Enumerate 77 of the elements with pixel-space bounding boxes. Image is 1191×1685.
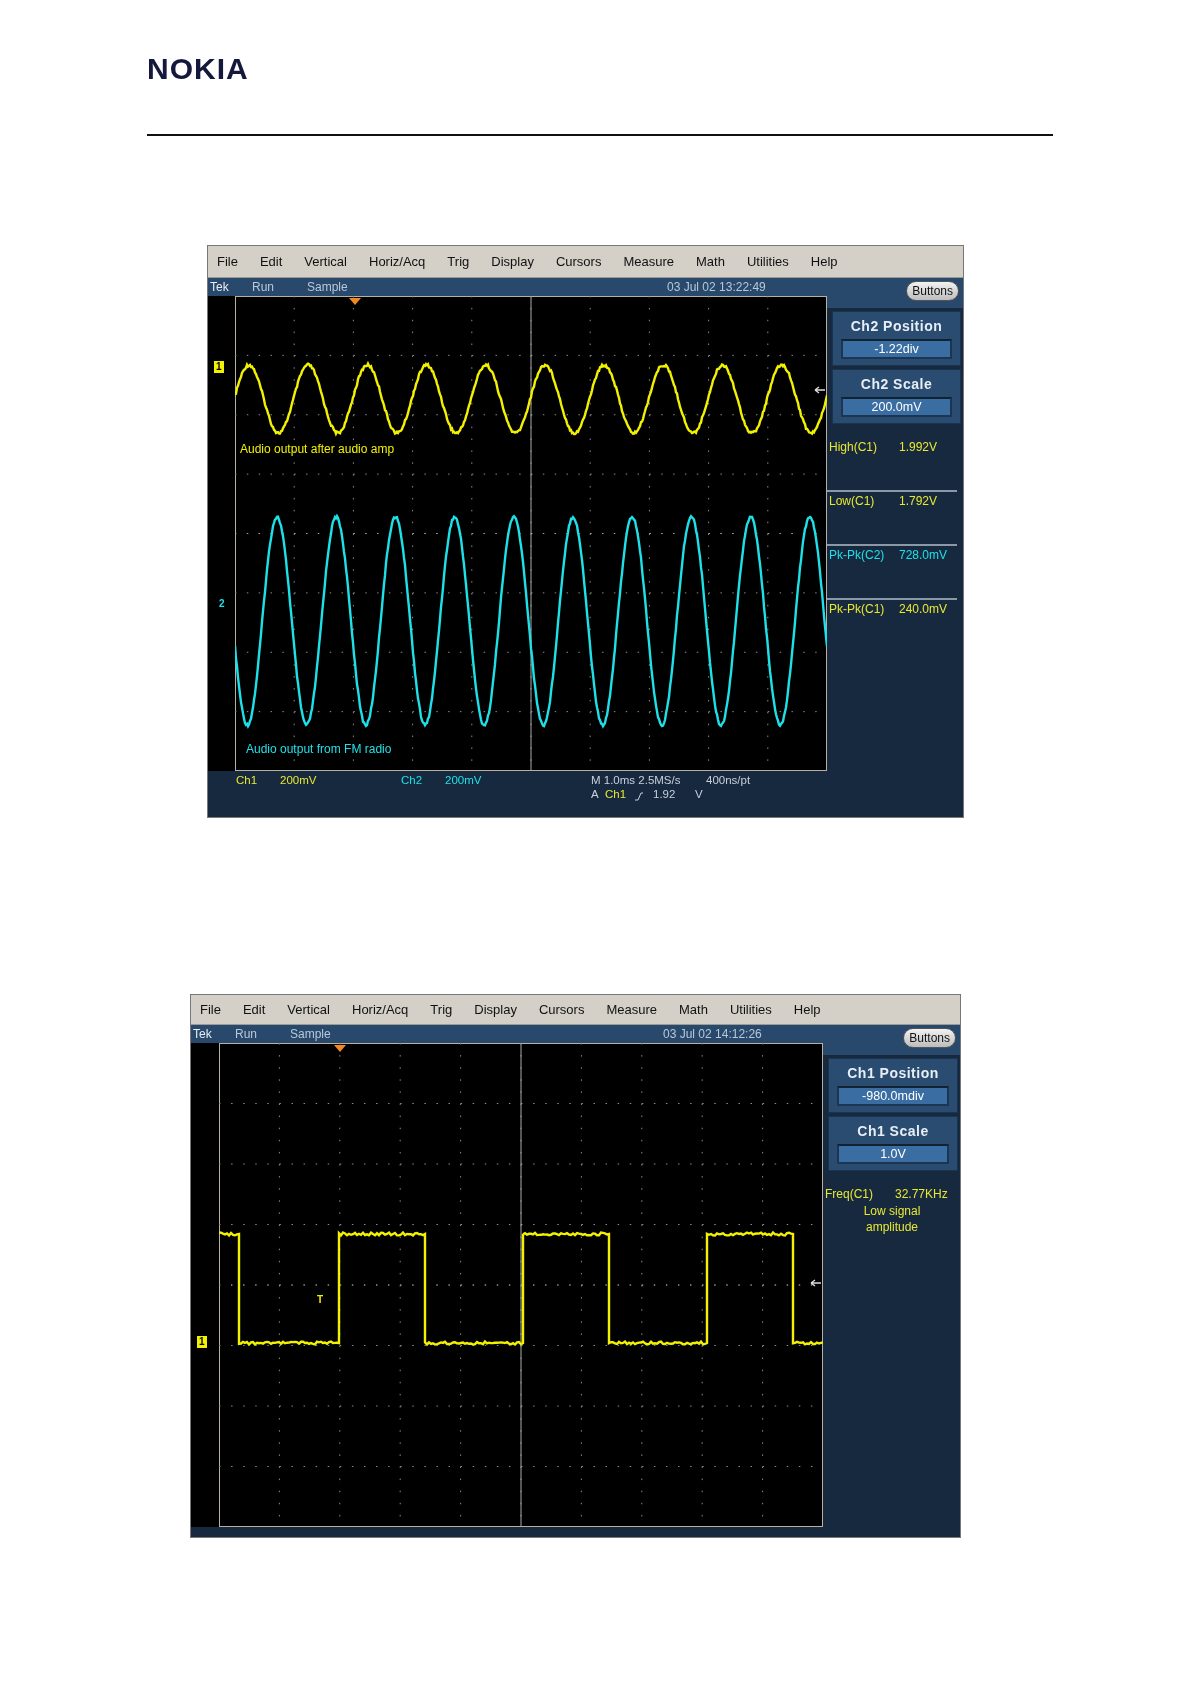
channel-marker: 1 bbox=[197, 1336, 207, 1348]
control-value-field[interactable]: -980.0mdiv bbox=[837, 1086, 949, 1106]
measurement-name: Pk-Pk(C2) bbox=[829, 548, 886, 562]
measurement-value: 1.792V bbox=[899, 494, 938, 508]
timestamp: 03 Jul 02 14:12:26 bbox=[663, 1027, 762, 1041]
menu-item[interactable]: Trig bbox=[430, 1002, 464, 1017]
menu-item[interactable]: Help bbox=[793, 1002, 832, 1017]
control-value-field[interactable]: -1.22div bbox=[841, 339, 952, 359]
acquisition-mode: Sample bbox=[290, 1027, 331, 1041]
menu-item[interactable]: Utilities bbox=[746, 254, 800, 269]
control-card[interactable]: Ch1 Position -980.0mdiv bbox=[828, 1058, 958, 1113]
trigger-position-icon bbox=[349, 298, 361, 305]
buttons-toggle[interactable]: Buttons bbox=[903, 1028, 956, 1048]
measurement-value: 32.77KHz bbox=[895, 1187, 948, 1201]
brand-label: Tek bbox=[210, 280, 229, 294]
measurement-name: Pk-Pk(C1) bbox=[829, 602, 886, 616]
menu-item[interactable]: Cursors bbox=[555, 254, 613, 269]
measurement-note: Low signal amplitude bbox=[862, 1203, 922, 1235]
control-value-field[interactable]: 1.0V bbox=[837, 1144, 949, 1164]
trigger-mark: T bbox=[317, 1295, 324, 1305]
channel-scale: 200mV bbox=[445, 774, 482, 786]
channel-scale: 200mV bbox=[280, 774, 317, 786]
measurement-value: 728.0mV bbox=[899, 548, 948, 562]
trigger-level: 1.92 bbox=[653, 788, 676, 800]
menu-item[interactable]: Help bbox=[810, 254, 849, 269]
menu-item[interactable]: Utilities bbox=[729, 1002, 783, 1017]
brand-label: Tek bbox=[193, 1027, 212, 1041]
menu-item[interactable]: File bbox=[200, 1002, 232, 1017]
menu-item[interactable]: Measure bbox=[606, 1002, 668, 1017]
rising-slope-icon bbox=[635, 792, 643, 801]
menu-item[interactable]: Vertical bbox=[287, 1002, 341, 1017]
resolution-readout: 400ns/pt bbox=[706, 774, 751, 786]
menu-item[interactable]: Measure bbox=[623, 254, 685, 269]
menu-item[interactable]: File bbox=[217, 254, 249, 269]
control-title: Ch1 Position bbox=[847, 1065, 939, 1081]
brand-logo: NOKIA bbox=[147, 56, 249, 82]
menu-item[interactable]: Cursors bbox=[538, 1002, 596, 1017]
menu-item[interactable]: Horiz/Acq bbox=[352, 1002, 420, 1017]
menu-item[interactable]: Display bbox=[491, 254, 545, 269]
control-title: Ch2 Position bbox=[850, 318, 943, 334]
channel-name: Ch2 bbox=[401, 774, 423, 786]
control-title: Ch1 Scale bbox=[857, 1123, 929, 1139]
acquisition-mode: Sample bbox=[307, 280, 348, 294]
trigger-level-arrow-icon bbox=[810, 1279, 822, 1287]
menu-item[interactable]: Display bbox=[474, 1002, 528, 1017]
channel-name: Ch1 bbox=[236, 774, 258, 786]
channel-marker: 1 bbox=[214, 361, 224, 373]
menu-item[interactable]: Math bbox=[679, 1002, 719, 1017]
buttons-toggle[interactable]: Buttons bbox=[906, 281, 959, 301]
trigger-source: Ch1 bbox=[605, 788, 627, 800]
channel-marker: 2 bbox=[218, 598, 226, 610]
run-state: Run bbox=[252, 280, 274, 294]
trace-label: Audio output after audio amp bbox=[240, 442, 395, 456]
trigger-level-arrow-icon bbox=[814, 386, 826, 394]
control-value-field[interactable]: 200.0mV bbox=[841, 397, 952, 417]
run-state: Run bbox=[235, 1027, 257, 1041]
measurement-name: Freq(C1) bbox=[825, 1187, 874, 1201]
control-card[interactable]: Ch2 Position -1.22div bbox=[832, 311, 961, 366]
control-title: Ch2 Scale bbox=[860, 376, 933, 392]
timestamp: 03 Jul 02 13:22:49 bbox=[667, 280, 766, 294]
control-card[interactable]: Ch1 Scale 1.0V bbox=[828, 1116, 958, 1171]
trigger-unit: V bbox=[695, 788, 703, 800]
trigger-prefix: A bbox=[591, 788, 599, 800]
menu-item[interactable]: Edit bbox=[242, 1002, 277, 1017]
measurement-value: 240.0mV bbox=[899, 602, 948, 616]
measurement-name: Low(C1) bbox=[829, 494, 876, 508]
measurement-value: 1.992V bbox=[899, 440, 938, 454]
measurement-name: High(C1) bbox=[829, 440, 878, 454]
menu-item[interactable]: Vertical bbox=[304, 254, 358, 269]
menu-item[interactable]: Math bbox=[696, 254, 736, 269]
trigger-position-icon bbox=[334, 1045, 346, 1052]
menu-item[interactable]: Trig bbox=[447, 254, 481, 269]
control-card[interactable]: Ch2 Scale 200.0mV bbox=[832, 369, 961, 424]
trace-label: Audio output from FM radio bbox=[246, 742, 392, 756]
menu-item[interactable]: Edit bbox=[259, 254, 294, 269]
menu-item[interactable]: Horiz/Acq bbox=[369, 254, 437, 269]
timebase-readout: M 1.0ms 2.5MS/s bbox=[591, 774, 681, 786]
